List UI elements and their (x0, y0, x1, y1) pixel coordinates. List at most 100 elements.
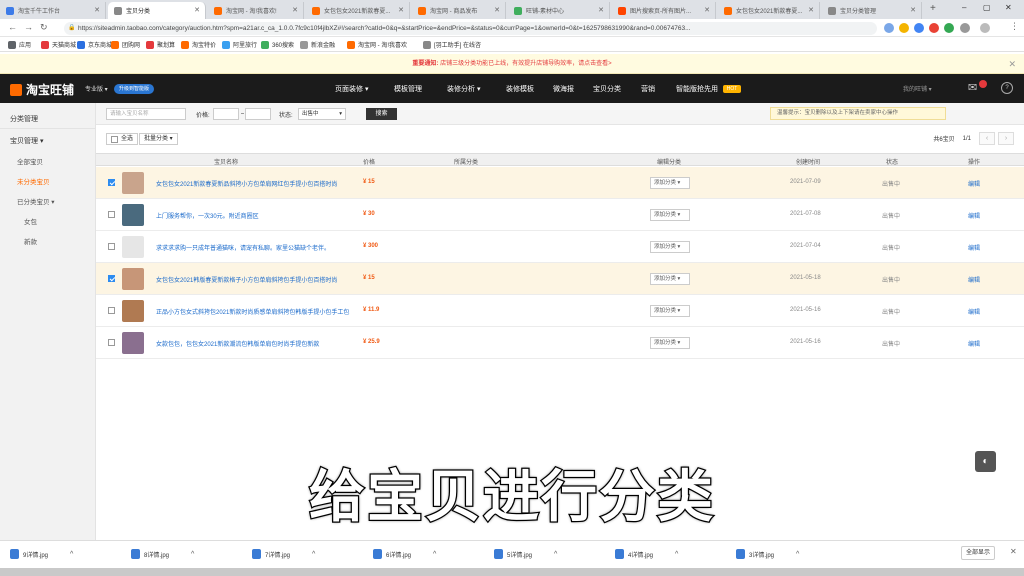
chevron-up-icon[interactable]: ^ (675, 551, 678, 558)
add-category-select[interactable]: 添加分类 ▾ (650, 241, 690, 253)
row-checkbox[interactable] (108, 211, 115, 218)
close-icon[interactable]: ✕ (1008, 54, 1016, 74)
row-checkbox[interactable] (108, 339, 115, 346)
close-icon[interactable]: ✕ (598, 6, 604, 14)
search-button[interactable]: 搜索 (366, 108, 397, 120)
add-category-select[interactable]: 添加分类 ▾ (650, 209, 690, 221)
browser-tab[interactable]: 淘宝网 - 淘!我喜欢! ✕ (208, 2, 304, 19)
next-page-button[interactable]: › (998, 132, 1014, 145)
chevron-up-icon[interactable]: ^ (554, 551, 557, 558)
chevron-up-icon[interactable]: ^ (191, 551, 194, 558)
download-item[interactable]: 7详情.jpg ^ (252, 549, 315, 559)
profile-avatar-icon[interactable] (980, 23, 990, 33)
row-checkbox[interactable] (108, 307, 115, 314)
product-title-link[interactable]: 上门服务帮你，一次30元。附近商圈区 (156, 211, 356, 220)
product-title-link[interactable]: 求求求求购一只成年普通猫咪，请宠有私聊。家里公猫缺个老伴。 (156, 243, 356, 252)
close-icon[interactable]: ✕ (94, 6, 100, 14)
show-all-downloads-button[interactable]: 全部显示 (961, 546, 996, 560)
bookmark-item[interactable]: 聚划算 (146, 40, 175, 49)
logo[interactable]: 淘宝旺铺 (10, 81, 74, 98)
edit-link[interactable]: 编辑 (968, 275, 980, 284)
edit-link[interactable]: 编辑 (968, 339, 980, 348)
nav-marketing[interactable]: 营销 (641, 84, 655, 94)
sidebar-item-categorized[interactable]: 已分类宝贝 ▾ (17, 196, 55, 206)
close-icon[interactable]: ✕ (1010, 547, 1017, 556)
item-name-input[interactable]: 请输入宝贝名称 (106, 108, 186, 120)
edit-link[interactable]: 编辑 (968, 243, 980, 252)
nav-micro-poster[interactable]: 微海报 (553, 84, 574, 94)
puzzle-icon[interactable] (960, 23, 970, 33)
browser-tab[interactable]: 宝贝分类管理 ✕ (822, 2, 922, 19)
product-title-link[interactable]: 女包包女2021韩版春夏新款格子小方包单肩斜挎包手提小包百搭时尚 (156, 275, 356, 284)
product-thumbnail[interactable] (122, 300, 144, 322)
bookmark-item[interactable]: 淘宝网 - 淘!我喜欢 (347, 40, 407, 49)
bookmark-item[interactable]: [羽工助手] 在线咨 (423, 40, 481, 49)
chevron-up-icon[interactable]: ^ (433, 551, 436, 558)
browser-tab[interactable]: 女包包女2021新款春夏... ✕ (718, 2, 820, 19)
product-title-link[interactable]: 女款包包，包包女2021新款潮流包韩版单肩包时尚手提包新款 (156, 339, 356, 348)
add-category-select[interactable]: 添加分类 ▾ (650, 177, 690, 189)
edit-link[interactable]: 编辑 (968, 307, 980, 316)
sidebar-item-women-bags[interactable]: 女包 (24, 216, 37, 226)
translate-icon[interactable] (884, 23, 894, 33)
sidebar-item-new-arrivals[interactable]: 新款 (24, 236, 37, 246)
sidebar-item-all-items[interactable]: 全部宝贝 (17, 156, 43, 166)
bookmark-item[interactable]: 新浪金融 (300, 40, 335, 49)
close-icon[interactable]: ✕ (808, 6, 814, 14)
product-thumbnail[interactable] (122, 204, 144, 226)
bookmark-item[interactable]: 应用 (8, 40, 31, 49)
download-item[interactable]: 8详情.jpg ^ (131, 549, 194, 559)
product-thumbnail[interactable] (122, 172, 144, 194)
reload-icon[interactable]: ↻ (40, 22, 48, 33)
my-shop-menu[interactable]: 我的旺铺 ▾ (903, 84, 932, 93)
add-category-select[interactable]: 添加分类 ▾ (650, 273, 690, 285)
download-item[interactable]: 3详情.jpg ^ (736, 549, 799, 559)
notice-text[interactable]: 店铺三级分类功能已上线，有效提升店铺导购效率，请点击查看> (440, 61, 612, 67)
download-item[interactable]: 6详情.jpg ^ (373, 549, 436, 559)
row-checkbox[interactable] (108, 275, 115, 282)
product-thumbnail[interactable] (122, 268, 144, 290)
add-category-select[interactable]: 添加分类 ▾ (650, 305, 690, 317)
minimize-icon[interactable]: – (962, 3, 966, 12)
close-icon[interactable]: ✕ (292, 6, 298, 14)
close-window-icon[interactable]: ✕ (1005, 3, 1012, 12)
download-item[interactable]: 9详情.jpg ^ (10, 549, 73, 559)
back-icon[interactable]: ← (8, 22, 17, 32)
row-checkbox[interactable] (108, 179, 115, 186)
chevron-up-icon[interactable]: ^ (312, 551, 315, 558)
prev-page-button[interactable]: ‹ (979, 132, 995, 145)
browser-tab[interactable]: 女包包女2021新款春夏... ✕ (306, 2, 410, 19)
product-thumbnail[interactable] (122, 332, 144, 354)
bookmark-item[interactable]: 360搜索 (261, 40, 294, 49)
close-icon[interactable]: ✕ (494, 6, 500, 14)
batch-category-button[interactable]: 批量分类 ▾ (139, 133, 178, 145)
maximize-icon[interactable]: ▢ (983, 3, 991, 12)
bookmark-item[interactable]: 团购网 (111, 40, 140, 49)
browser-tab[interactable]: 宝贝分类 ✕ (108, 2, 206, 19)
product-title-link[interactable]: 女包包女2021新款春夏新品斜挎小方包单肩网红包手提小包百搭时尚 (156, 179, 356, 188)
browser-tab[interactable]: 淘宝网 - 商品发布 ✕ (412, 2, 506, 19)
help-icon[interactable]: ? (1001, 82, 1013, 94)
browser-tab[interactable]: 旺铺-素材中心 ✕ (508, 2, 610, 19)
nav-decoration-template[interactable]: 装修模板 (506, 84, 534, 94)
sidebar-item-item-manage[interactable]: 宝贝管理 ▾ (10, 136, 43, 146)
forward-icon[interactable]: → (24, 22, 33, 32)
status-select[interactable]: 出售中 ▾ (298, 108, 346, 120)
edition-select[interactable]: 专业版 ▾ (85, 84, 108, 93)
bookmark-item[interactable]: 阿里旅行 (222, 40, 257, 49)
min-price-input[interactable] (213, 108, 239, 120)
chevron-up-icon[interactable]: ^ (70, 551, 73, 558)
product-title-link[interactable]: 正品小方包女式斜挎包2021新款时尚质感单肩斜挎包韩版手提小包手工包 (156, 307, 356, 316)
download-item[interactable]: 4详情.jpg ^ (615, 549, 678, 559)
close-icon[interactable]: ✕ (194, 6, 200, 14)
nav-smart-preview[interactable]: 智能版抢先用 (676, 84, 718, 94)
max-price-input[interactable] (245, 108, 271, 120)
sidebar-item-uncategorized[interactable]: 未分类宝贝 (17, 176, 50, 186)
url-input[interactable]: 🔒 https://siteadmin.taobao.com/category/… (64, 22, 877, 35)
edit-link[interactable]: 编辑 (968, 179, 980, 188)
product-thumbnail[interactable] (122, 236, 144, 258)
chrome-icon[interactable] (914, 23, 924, 33)
nav-page-decoration[interactable]: 页面装修 ▾ (335, 84, 368, 94)
close-icon[interactable]: ✕ (704, 6, 710, 14)
nav-item-category[interactable]: 宝贝分类 (593, 84, 621, 94)
